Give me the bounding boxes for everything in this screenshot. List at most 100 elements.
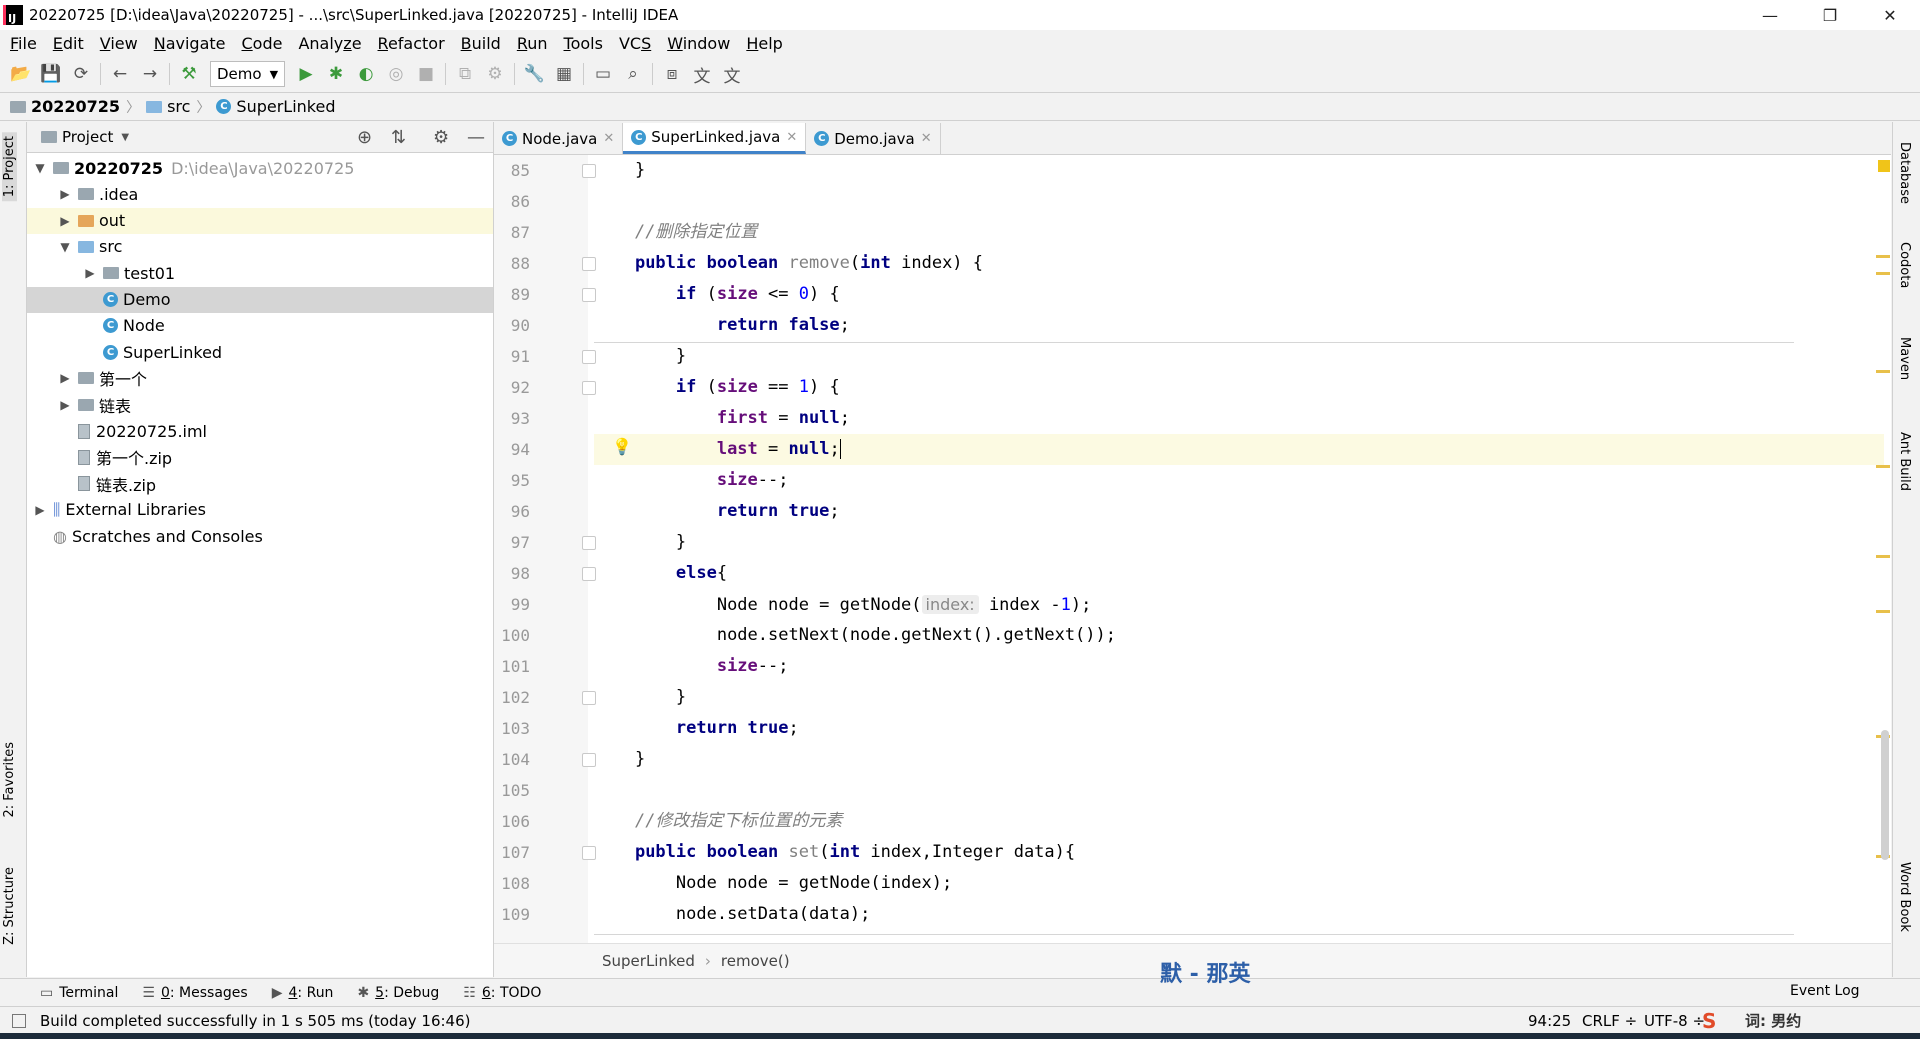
close-tab-icon[interactable]: ✕ [921,131,932,146]
tree-item[interactable]: ▼ src [27,234,493,260]
favorites-tool-tab[interactable]: 2: Favorites [2,742,17,818]
chevron-right-icon[interactable]: ▶ [58,371,72,385]
tree-item[interactable]: C Demo [27,286,493,313]
chevron-right-icon[interactable]: ▶ [58,187,72,201]
menu-analyze[interactable]: Analyze [290,34,369,53]
tab-superlinked-java[interactable]: C SuperLinked.java ✕ [623,123,807,154]
settings-wrench-icon[interactable]: 🔧 [519,59,549,89]
open-folder-icon[interactable]: 📂 [6,59,36,89]
debug-bug-icon[interactable]: ✱ [321,59,351,89]
translate-icon[interactable]: 文 [687,59,717,89]
menu-file[interactable]: File [2,34,45,53]
breadcrumb-src[interactable]: src [146,97,190,116]
tree-item[interactable]: 20220725.iml [27,418,493,444]
chevron-right-icon[interactable]: ▶ [58,214,72,228]
gear-icon[interactable]: ⚙ [433,127,449,148]
menu-view[interactable]: View [92,34,146,53]
error-stripe-marker[interactable] [1876,272,1890,275]
tree-item[interactable]: 第一个.zip [27,444,493,470]
vcs-update-icon[interactable]: ⚙ [480,59,510,89]
restore-button[interactable]: ❐ [1800,0,1860,30]
editor-scrollbar-thumb[interactable] [1881,730,1889,860]
maven-tool-tab[interactable]: Maven [1897,337,1912,380]
tab-demo-java[interactable]: C Demo.java ✕ [806,123,941,154]
menu-build[interactable]: Build [453,34,509,53]
tool-tab-run[interactable]: ▶ 4: Run [272,985,334,1001]
save-all-icon[interactable]: 💾 [36,59,66,89]
tree-item[interactable]: ▶ .idea [27,181,493,207]
caret-position[interactable]: 94:25 [1528,1012,1571,1030]
search-icon[interactable]: ⌕ [618,59,648,89]
forward-icon[interactable]: → [135,59,165,89]
tool-tab-todo[interactable]: ☷ 6: TODO [463,985,541,1001]
chevron-down-icon[interactable]: ▼ [121,132,129,143]
profile-icon[interactable]: ◎ [381,59,411,89]
close-tab-icon[interactable]: ✕ [603,131,614,146]
menu-navigate[interactable]: Navigate [146,34,234,53]
menu-window[interactable]: Window [659,34,738,53]
tree-item[interactable]: 链表.zip [27,471,493,497]
event-log-tab[interactable]: Event Log [1790,983,1860,999]
project-structure-icon[interactable]: ▦ [549,59,579,89]
close-button[interactable]: ✕ [1860,0,1920,30]
tree-item[interactable]: ◍ Scratches and Consoles [27,523,493,549]
tool-tab-debug[interactable]: ✱ 5: Debug [357,985,439,1001]
code-editor[interactable]: } //删除指定位置 public boolean remove(int ind… [594,155,1884,943]
error-stripe-marker[interactable] [1876,555,1890,558]
tree-item[interactable]: ▶ ⫼ External Libraries [27,497,493,523]
breadcrumb-project[interactable]: 20220725 [10,97,120,116]
project-tool-tab[interactable]: 1: Project [2,132,17,202]
chevron-down-icon[interactable]: ▼ [33,161,47,175]
chevron-right-icon[interactable]: ▶ [33,503,47,517]
tree-item[interactable]: ▶ 链表 [27,392,493,418]
line-separator[interactable]: CRLF ÷ [1582,1012,1637,1030]
menu-edit[interactable]: Edit [45,34,92,53]
status-toggle-icon[interactable] [12,1013,26,1028]
breadcrumb-method-item[interactable]: remove() [721,952,790,970]
error-stripe-marker[interactable] [1876,610,1890,613]
collapse-all-icon[interactable]: ⇅ [391,127,406,148]
tab-node-java[interactable]: C Node.java ✕ [494,123,624,154]
menu-vcs[interactable]: VCS [611,34,659,53]
run-configuration-select[interactable]: Demo ▼ [210,61,286,87]
menu-help[interactable]: Help [738,34,790,53]
inspection-status-icon[interactable] [1878,160,1890,172]
structure-tool-tab[interactable]: Z: Structure [2,867,17,945]
chevron-right-icon[interactable]: ▶ [58,398,72,412]
tool-tab-terminal[interactable]: ▭ Terminal [40,985,118,1001]
build-hammer-icon[interactable]: ⚒ [174,59,204,89]
intention-bulb-icon[interactable]: 💡 [612,437,632,456]
attach-debugger-icon[interactable]: ⧉ [450,59,480,89]
ant-build-tool-tab[interactable]: Ant Build [1897,432,1912,491]
error-stripe-marker[interactable] [1876,255,1890,258]
chevron-right-icon[interactable]: ▶ [83,266,97,280]
word-book-tool-tab[interactable]: Word Book [1897,862,1912,932]
hide-panel-icon[interactable]: — [467,127,485,148]
status-message[interactable]: Build completed successfully in 1 s 505 … [40,1012,471,1030]
tree-item[interactable]: ▶ 第一个 [27,365,493,391]
editor-gutter[interactable]: 85 86 87 88 89 90 91 92 93 94 95 96 97 98 99 100 101 102 1… [494,155,596,943]
error-stripe-marker[interactable] [1876,465,1890,468]
stop-icon[interactable]: ■ [411,59,441,89]
run-icon[interactable]: ▶ [291,59,321,89]
breadcrumb-class-item[interactable]: SuperLinked [602,952,695,970]
tree-item[interactable]: C Node [27,313,493,339]
codota-tool-tab[interactable]: Codota [1897,242,1912,288]
breadcrumb-class[interactable]: C SuperLinked [216,97,336,116]
error-stripe-marker[interactable] [1876,370,1890,373]
close-tab-icon[interactable]: ✕ [786,130,797,145]
sogou-ime-icon[interactable]: S [1702,1009,1716,1033]
menu-refactor[interactable]: Refactor [370,34,453,53]
file-encoding[interactable]: UTF-8 ÷ [1644,1012,1705,1030]
project-panel-title[interactable]: Project [62,128,113,146]
menu-tools[interactable]: Tools [556,34,611,53]
chevron-down-icon[interactable]: ▼ [58,240,72,254]
back-icon[interactable]: ← [105,59,135,89]
database-tool-tab[interactable]: Database [1897,142,1912,204]
run-with-coverage-icon[interactable]: ◐ [351,59,381,89]
tree-item[interactable]: C SuperLinked [27,339,493,365]
terminal-window-icon[interactable]: ▭ [588,59,618,89]
minimize-button[interactable]: — [1740,0,1800,30]
tree-item[interactable]: ▶ test01 [27,260,493,286]
tree-item[interactable]: ▶ out [27,207,493,234]
